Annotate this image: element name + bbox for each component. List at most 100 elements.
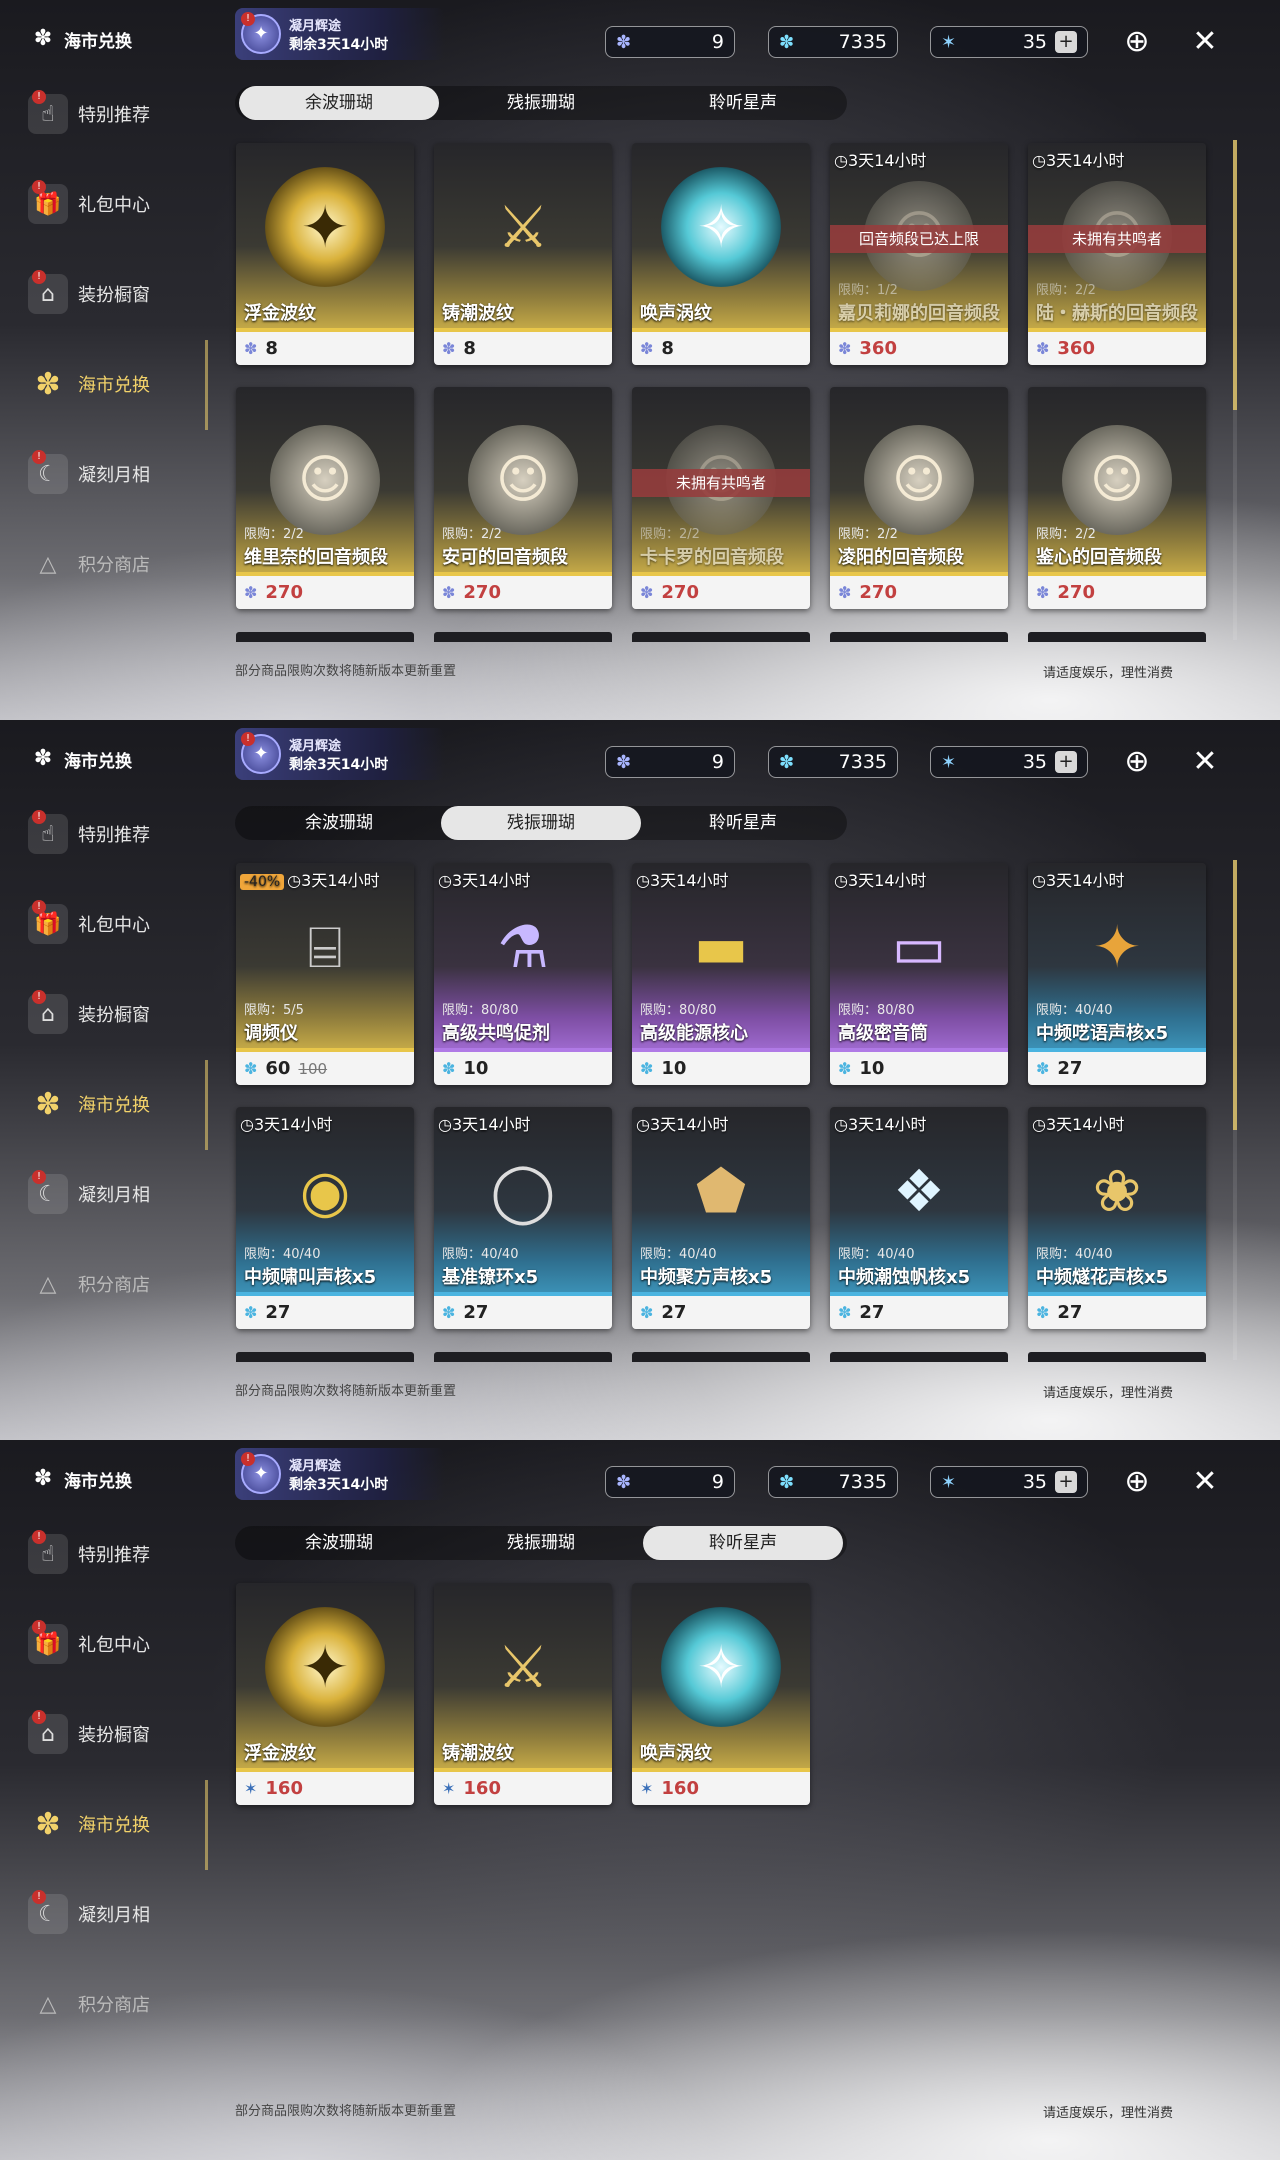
sidebar-item-moon[interactable]: ☾! 凝刻月相 — [28, 1886, 203, 1942]
character-portrait: ☺ — [270, 425, 380, 535]
star-currency-icon: ✶ — [941, 1471, 957, 1493]
close-icon[interactable]: ✕ — [1185, 22, 1225, 62]
event-banner[interactable]: ✦! 凝月辉途 剩余3天14小时 — [235, 8, 445, 60]
shop-item-card[interactable]: ⚔ 铸潮波纹 ✽ 8 — [434, 143, 612, 365]
shop-item-card[interactable]: ✦ ◷3天14小时 限购：40/40 中频呓语声核x5 ✽ 27 — [1028, 863, 1206, 1085]
sidebar-item-outfit[interactable]: ⌂! 装扮橱窗 — [28, 266, 203, 322]
sidebar-item-exchange[interactable]: ✽ 海市兑换 — [28, 356, 203, 412]
card-peek — [830, 1352, 1008, 1362]
clock-icon: ◷ — [438, 1115, 452, 1134]
add-currency-button[interactable]: + — [1055, 1471, 1077, 1493]
tab-star[interactable]: 聆听星声 — [643, 86, 843, 120]
scrollbar-thumb[interactable] — [1233, 140, 1237, 410]
wave-currency-icon: ✽ — [244, 1059, 258, 1078]
sidebar-item-exchange[interactable]: ✽ 海市兑换 — [28, 1796, 203, 1852]
hand-icon: ☝! — [28, 810, 68, 854]
sidebar-item-gift[interactable]: 🎁! 礼包中心 — [28, 1616, 203, 1672]
shop-item-card[interactable]: ▭ ◷3天14小时 限购：80/80 高级密音筒 ✽ 10 — [830, 863, 1008, 1085]
shop-item-card[interactable]: ✦ 浮金波纹 ✶ 160 — [236, 1583, 414, 1805]
sidebar-item-special[interactable]: ☝! 特别推荐 — [28, 86, 203, 142]
shop-item-card[interactable]: ☺ 限购：2/2 维里奈的回音频段 ✽ 270 — [236, 387, 414, 609]
shop-item-card[interactable]: ☺ 限购：2/2 鉴心的回音频段 ✽ 270 — [1028, 387, 1206, 609]
close-icon[interactable]: ✕ — [1185, 1462, 1225, 1502]
shop-item-card[interactable]: ☺ 限购：2/2 安可的回音频段 ✽ 270 — [434, 387, 612, 609]
add-currency-button[interactable]: + — [1055, 31, 1077, 53]
shop-item-card[interactable]: ⚗ ◷3天14小时 限购：80/80 高级共鸣促剂 ✽ 10 — [434, 863, 612, 1085]
sidebar-item-points[interactable]: △ 积分商店 — [28, 1976, 203, 2032]
shop-item-card[interactable]: ◯ ◷3天14小时 限购：40/40 基准镣环x5 ✽ 27 — [434, 1107, 612, 1329]
coral-icon: ✽ — [33, 746, 53, 771]
shop-item-card[interactable]: ⌸ -40% ◷3天14小时 限购：5/5 调频仪 ✽ 60 100 — [236, 863, 414, 1085]
shop-item-card[interactable]: ▬ ◷3天14小时 限购：80/80 高级能源核心 ✽ 10 — [632, 863, 810, 1085]
gift-icon: 🎁! — [28, 180, 68, 224]
tab-coral[interactable]: 余波珊瑚 — [239, 806, 439, 840]
event-icon: ✦! — [241, 1452, 281, 1494]
sidebar-item-points[interactable]: △ 积分商店 — [28, 536, 203, 592]
shop-item-card[interactable]: ☺◷3天14小时回音频段已达上限限购：1/2嘉贝莉娜的回音频段✽360 — [830, 143, 1008, 365]
orb-icon: ✧ — [661, 167, 781, 287]
card-peek — [1028, 1352, 1206, 1362]
wave-currency-icon: ✽ — [779, 751, 795, 773]
sidebar-item-special[interactable]: ☝! 特别推荐 — [28, 806, 203, 862]
coral-currency-icon: ✽ — [1036, 339, 1050, 358]
star-currency-icon: ✶ — [442, 1779, 456, 1798]
close-icon[interactable]: ✕ — [1185, 742, 1225, 782]
wave-currency-icon: ✽ — [442, 1303, 456, 1322]
target-icon[interactable]: ⊕ — [1117, 22, 1157, 62]
tab-resonance[interactable]: 残振珊瑚 — [441, 86, 641, 120]
target-icon[interactable]: ⊕ — [1117, 742, 1157, 782]
sidebar-item-gift[interactable]: 🎁! 礼包中心 — [28, 896, 203, 952]
sidebar-item-outfit[interactable]: ⌂! 装扮橱窗 — [28, 986, 203, 1042]
footer-advice: 请适度娱乐，理性消费 — [1043, 666, 1174, 681]
sidebar-item-gift[interactable]: 🎁! 礼包中心 — [28, 176, 203, 232]
target-icon[interactable]: ⊕ — [1117, 1462, 1157, 1502]
sidebar: ✽ 海市兑换 ☝! 特别推荐 🎁! 礼包中心 ⌂! 装扮橱窗 ✽ 海市兑换 ☾! 凝刻月相 … — [0, 1440, 210, 2160]
shop-item-card[interactable]: ❀ ◷3天14小时 限购：40/40 中频燧花声核x5 ✽ 27 — [1028, 1107, 1206, 1329]
clock-icon: ◷ — [1032, 871, 1046, 890]
sidebar-title: ✽ 海市兑换 — [30, 746, 132, 772]
shop-item-card[interactable]: ☺◷3天14小时未拥有共鸣者限购：2/2陆・赫斯的回音频段✽360 — [1028, 143, 1206, 365]
shop-item-card[interactable]: ◉ ◷3天14小时 限购：40/40 中频啸叫声核x5 ✽ 27 — [236, 1107, 414, 1329]
wave-currency-icon: ✽ — [838, 1303, 852, 1322]
clock-icon: ◷ — [636, 1115, 650, 1134]
shop-item-card[interactable]: ⚔ 铸潮波纹 ✶ 160 — [434, 1583, 612, 1805]
tab-resonance[interactable]: 残振珊瑚 — [441, 806, 641, 840]
shop-panel-3: ✽ 海市兑换 ☝! 特别推荐 🎁! 礼包中心 ⌂! 装扮橱窗 ✽ 海市兑换 ☾! 凝刻月相 … — [0, 1440, 1280, 2160]
shop-item-card[interactable]: ☺未拥有共鸣者限购：2/2卡卡罗的回音频段✽270 — [632, 387, 810, 609]
sidebar-item-points[interactable]: △ 积分商店 — [28, 1256, 203, 1312]
sidebar-item-moon[interactable]: ☾! 凝刻月相 — [28, 446, 203, 502]
sidebar-item-exchange[interactable]: ✽ 海市兑换 — [28, 1076, 203, 1132]
shell-core-icon: ❖ — [893, 1157, 945, 1225]
add-currency-button[interactable]: + — [1055, 751, 1077, 773]
event-banner[interactable]: ✦! 凝月辉途 剩余3天14小时 — [235, 1448, 445, 1500]
event-banner[interactable]: ✦! 凝月辉途 剩余3天14小时 — [235, 728, 445, 780]
sidebar-item-outfit[interactable]: ⌂! 装扮橱窗 — [28, 1706, 203, 1762]
footer-advice: 请适度娱乐，理性消费 — [1043, 1386, 1174, 1401]
shop-item-card[interactable]: ✧ 唤声涡纹 ✶ 160 — [632, 1583, 810, 1805]
scrollbar-thumb[interactable] — [1233, 860, 1237, 1130]
sidebar-item-moon[interactable]: ☾! 凝刻月相 — [28, 1166, 203, 1222]
currency-wave: ✽ 7335 — [768, 26, 898, 58]
shop-item-card[interactable]: ⬟ ◷3天14小时 限购：40/40 中频聚方声核x5 ✽ 27 — [632, 1107, 810, 1329]
tab-coral[interactable]: 余波珊瑚 — [239, 86, 439, 120]
moon-icon: ☾! — [28, 1890, 68, 1934]
triangle-icon: △ — [39, 551, 57, 577]
character-portrait: ☺ — [864, 425, 974, 535]
moon-icon: ☾! — [28, 450, 68, 494]
shop-item-card[interactable]: ✦ 浮金波纹 ✽ 8 — [236, 143, 414, 365]
tab-star[interactable]: 聆听星声 — [643, 806, 843, 840]
wave-currency-icon: ✽ — [779, 1471, 795, 1493]
tab-coral[interactable]: 余波珊瑚 — [239, 1526, 439, 1560]
shop-item-card[interactable]: ✧ 唤声涡纹 ✽ 8 — [632, 143, 810, 365]
tab-resonance[interactable]: 残振珊瑚 — [441, 1526, 641, 1560]
wave-currency-icon: ✽ — [442, 1059, 456, 1078]
shop-item-card[interactable]: ☺ 限购：2/2 凌阳的回音频段 ✽ 270 — [830, 387, 1008, 609]
sidebar-item-special[interactable]: ☝! 特别推荐 — [28, 1526, 203, 1582]
footer-note: 部分商品限购次数将随新版本更新重置 — [235, 1384, 457, 1399]
hand-icon: ☝! — [28, 1530, 68, 1574]
currency-coral: ✽ 9 — [605, 1466, 735, 1498]
tab-star[interactable]: 聆听星声 — [643, 1526, 843, 1560]
shop-item-card[interactable]: ❖ ◷3天14小时 限购：40/40 中频潮蚀帆核x5 ✽ 27 — [830, 1107, 1008, 1329]
star-currency-icon: ✶ — [244, 1779, 258, 1798]
sidebar-title: ✽ 海市兑换 — [30, 1466, 132, 1492]
